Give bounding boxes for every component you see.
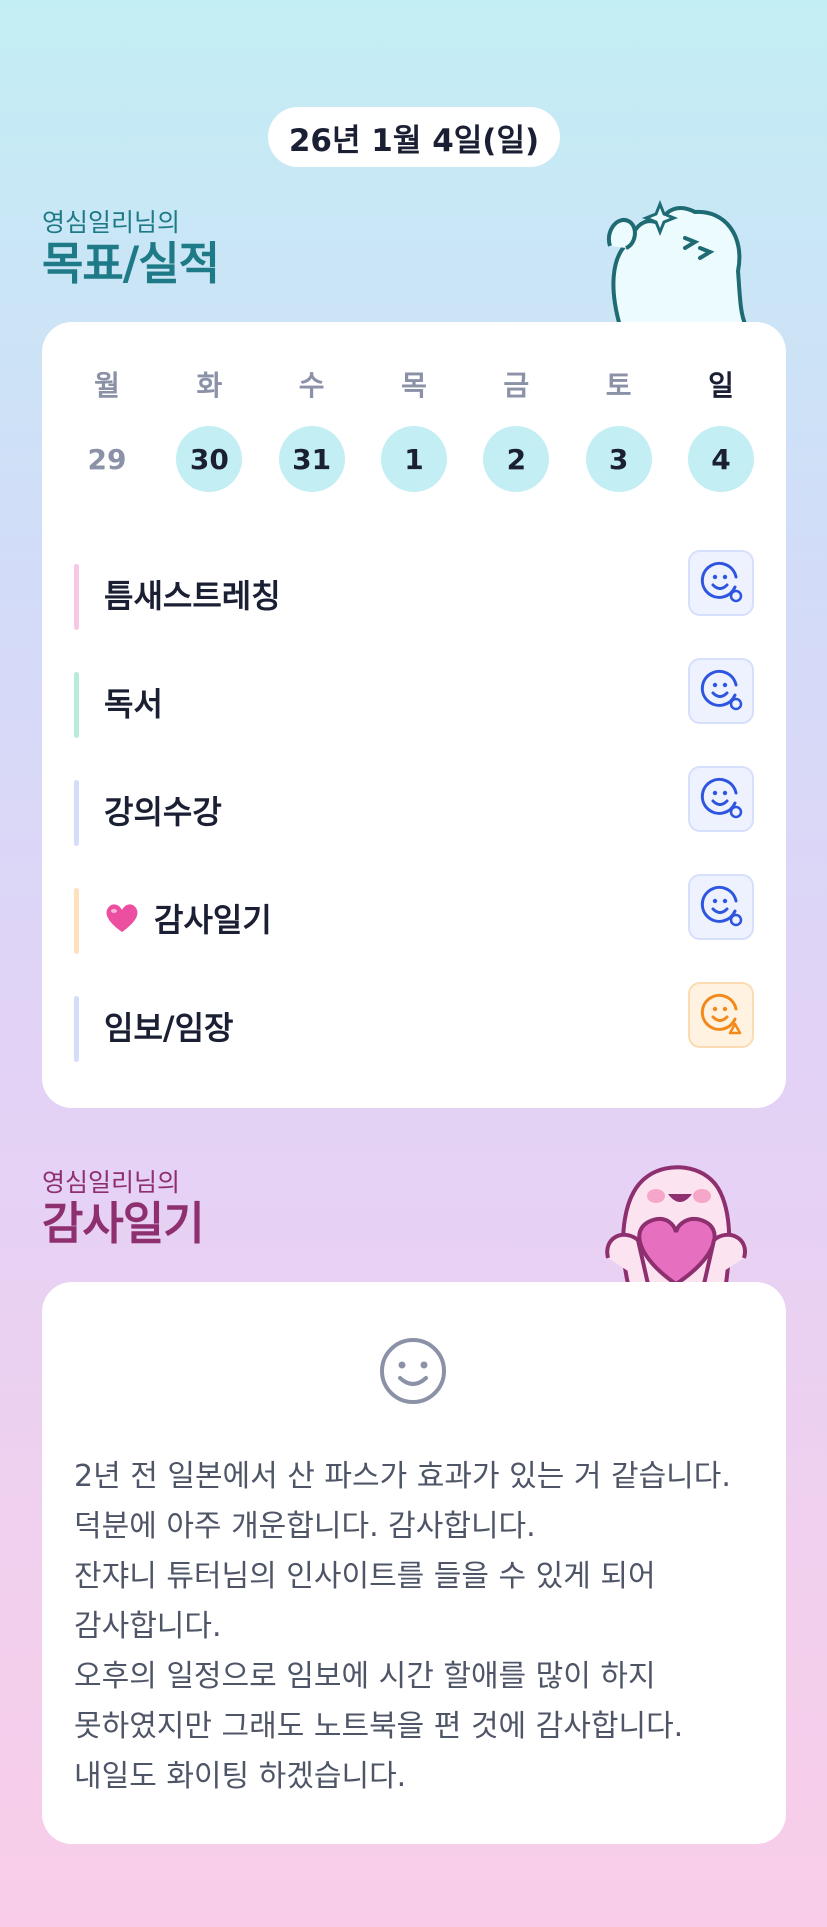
gratitude-section-title: 감사일기 [42, 1197, 205, 1250]
date-number[interactable]: 1 [380, 426, 447, 492]
day-column[interactable]: 토3 [585, 368, 652, 492]
goal-label: 강의수강 [104, 793, 222, 831]
goal-color-bar [74, 672, 79, 738]
goal-color-bar [74, 996, 79, 1062]
goal-section-title: 목표/실적 [42, 237, 220, 290]
goal-color-bar [74, 564, 79, 630]
day-column[interactable]: 목1 [380, 368, 447, 492]
status-achieved-button[interactable] [688, 766, 754, 832]
smile-warning-icon [699, 991, 743, 1039]
gratitude-section-header: 영심일리님의 감사일기 [42, 1168, 205, 1250]
goal-label-wrap: 임보/임장 [104, 1003, 233, 1049]
goal-row[interactable]: 강의수강 [74, 756, 754, 864]
status-achieved-button[interactable] [688, 550, 754, 616]
status-partial-button[interactable] [688, 982, 754, 1048]
goal-label-wrap: 강의수강 [104, 787, 222, 833]
date-number[interactable]: 3 [585, 426, 652, 492]
day-column[interactable]: 화 30 [176, 368, 243, 492]
day-of-week-label: 일 [708, 369, 734, 402]
date-number[interactable]: 30 [176, 426, 243, 492]
smile-check-icon [699, 883, 743, 931]
goal-label-wrap: 독서 [104, 679, 163, 725]
goal-label: 감사일기 [154, 901, 272, 939]
smile-check-icon [699, 667, 743, 715]
date-number[interactable]: 4 [687, 426, 754, 492]
day-column[interactable]: 월 29 [74, 368, 140, 492]
goal-label: 틈새스트레칭 [104, 577, 281, 615]
day-column[interactable]: 수 31 [278, 368, 345, 492]
day-of-week-label: 월 [94, 369, 120, 402]
goal-section-header: 영심일리님의 목표/실적 [42, 208, 220, 290]
goal-row[interactable]: 임보/임장 [74, 972, 754, 1080]
date-pill[interactable]: 26년 1월 4일(일) [268, 107, 560, 167]
goal-label-wrap: 틈새스트레칭 [104, 571, 281, 617]
goal-row[interactable]: 감사일기 [74, 864, 754, 972]
smile-check-icon [699, 559, 743, 607]
status-achieved-button[interactable] [688, 874, 754, 940]
day-of-week-label: 화 [196, 369, 223, 402]
goal-color-bar [74, 780, 79, 846]
week-calendar: 월 29 화 30 수 31 목 1 금 2 토 3 일 4 [74, 368, 754, 492]
date-number[interactable]: 2 [483, 426, 550, 492]
smile-icon [380, 1338, 446, 1404]
goal-row[interactable]: 틈새스트레칭 [74, 540, 754, 648]
goal-list: 틈새스트레칭독서강의수강감사일기임보/임장 [74, 540, 754, 1080]
status-achieved-button[interactable] [688, 658, 754, 724]
gratitude-card: 2년 전 일본에서 산 파스가 효과가 있는 거 같습니다. 덕분에 아주 개운… [42, 1282, 786, 1844]
goal-card: 월 29 화 30 수 31 목 1 금 2 토 3 일 4 틈새스트레칭 독서 강의수강 감사일기 임보/임장 [42, 322, 786, 1108]
date-number[interactable]: 31 [278, 426, 345, 492]
day-column[interactable]: 일4 [687, 368, 754, 492]
mascot-heart-illustration [605, 1165, 747, 1284]
day-of-week-label: 금 [503, 369, 530, 402]
gratitude-section-subtitle: 영심일리님의 [42, 1168, 181, 1197]
smile-check-icon [699, 775, 743, 823]
gratitude-text[interactable]: 2년 전 일본에서 산 파스가 효과가 있는 거 같습니다. 덕분에 아주 개운… [74, 1452, 754, 1802]
day-column[interactable]: 금2 [483, 368, 550, 492]
day-of-week-label: 토 [605, 369, 632, 402]
goal-section-subtitle: 영심일리님의 [42, 208, 181, 237]
goal-label: 독서 [104, 685, 163, 723]
goal-row[interactable]: 독서 [74, 648, 754, 756]
goal-color-bar [74, 888, 79, 954]
date-number[interactable]: 29 [74, 426, 140, 492]
day-of-week-label: 목 [401, 369, 427, 402]
mascot-thumbs-up-illustration [606, 199, 749, 326]
goal-label: 임보/임장 [104, 1009, 234, 1047]
goal-label-wrap: 감사일기 [104, 895, 272, 941]
heart-icon [104, 902, 140, 934]
day-of-week-label: 수 [298, 369, 325, 402]
